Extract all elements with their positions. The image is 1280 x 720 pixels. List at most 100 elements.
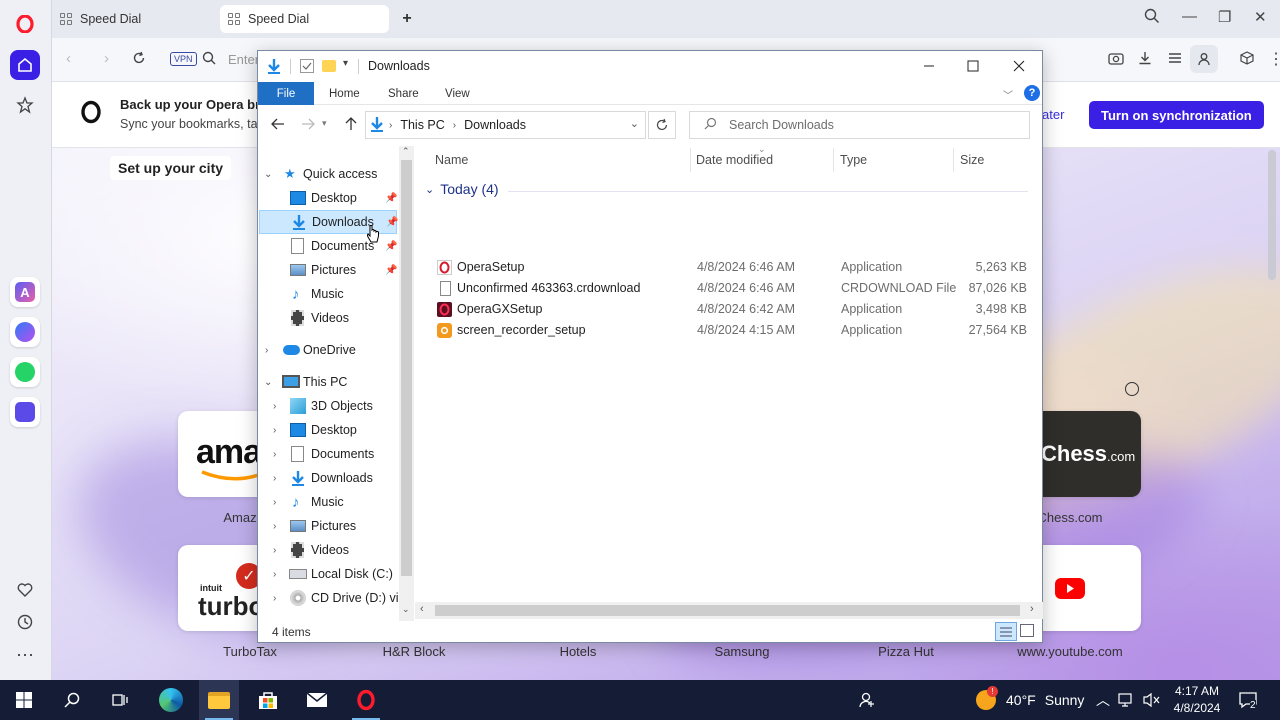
nav-desktop[interactable]: Desktop 📌	[258, 186, 413, 210]
smiley-icon[interactable]	[1125, 382, 1139, 396]
chevron-right-icon[interactable]: ›	[273, 449, 276, 460]
up-arrow-icon[interactable]	[343, 116, 359, 135]
nav-pc-downloads[interactable]: › Downloads	[258, 466, 413, 490]
column-divider[interactable]	[953, 148, 954, 172]
opera-taskbar-icon[interactable]	[346, 680, 386, 720]
nav-pictures[interactable]: Pictures 📌	[258, 258, 413, 282]
tab-home[interactable]: Home	[329, 82, 360, 105]
heart-icon[interactable]	[10, 575, 40, 605]
nav-local-disk[interactable]: › Local Disk (C:)	[258, 562, 413, 586]
extensions-cube-icon[interactable]	[1240, 51, 1254, 68]
path-dropdown-icon[interactable]: ⌄	[630, 117, 639, 130]
aria-icon[interactable]: A	[10, 277, 40, 307]
column-header-date-modified[interactable]: Date modified	[696, 146, 773, 174]
vpn-badge[interactable]: VPN	[170, 52, 197, 66]
nav-pc-documents[interactable]: › Documents	[258, 442, 413, 466]
weather-widget[interactable]: ! 40°F Sunny	[976, 680, 1084, 720]
file-row[interactable]: screen_recorder_setup 4/8/2024 4:15 AM A…	[415, 320, 1043, 341]
scroll-right-icon[interactable]: ›	[1030, 603, 1034, 615]
chevron-down-icon[interactable]: ⌄	[425, 183, 434, 196]
maximize-icon[interactable]	[964, 57, 982, 75]
home-icon[interactable]	[10, 50, 40, 80]
search-icon[interactable]	[52, 680, 92, 720]
column-header-size[interactable]: Size	[960, 146, 984, 174]
chevron-down-icon[interactable]: ⌄	[264, 169, 272, 180]
reload-icon[interactable]	[132, 51, 146, 68]
chevron-right-icon[interactable]: ›	[273, 401, 276, 412]
nav-videos[interactable]: Videos	[258, 306, 413, 330]
show-hidden-icons-chevron-icon[interactable]: ︿	[1096, 680, 1110, 720]
opera-logo-icon[interactable]	[10, 9, 40, 39]
file-row[interactable]: OperaGXSetup 4/8/2024 6:42 AM Applicatio…	[415, 299, 1043, 320]
profile-icon[interactable]	[1190, 45, 1218, 73]
back-icon[interactable]: ‹	[66, 50, 71, 67]
nav-pane-scrollbar[interactable]: ⌃ ⌄	[399, 146, 414, 621]
scroll-thumb[interactable]	[401, 160, 412, 576]
browser-scrollbar[interactable]	[1268, 150, 1276, 280]
quick-access-toolbar-dropdown-icon[interactable]: ▾	[343, 58, 348, 69]
column-header-type[interactable]: Type	[840, 146, 867, 174]
large-icons-view-icon[interactable]	[1020, 624, 1034, 637]
column-divider[interactable]	[690, 148, 691, 172]
nav-pc-music[interactable]: › ♪ Music	[258, 490, 413, 514]
nav-pc-videos[interactable]: › Videos	[258, 538, 413, 562]
scroll-left-icon[interactable]: ‹	[420, 603, 424, 615]
column-divider[interactable]	[833, 148, 834, 172]
later-link[interactable]: ater	[1042, 107, 1064, 122]
file-row[interactable]: OperaSetup 4/8/2024 6:46 AM Application …	[415, 257, 1043, 278]
menu-dots-icon[interactable]: ⋮	[1268, 49, 1280, 69]
bookmarks-star-icon[interactable]	[10, 90, 40, 120]
help-icon[interactable]: ?	[1024, 85, 1040, 101]
easy-setup-icon[interactable]	[1168, 51, 1182, 68]
new-folder-icon[interactable]	[322, 60, 336, 72]
edge-browser-icon[interactable]	[151, 680, 191, 720]
close-icon[interactable]	[1010, 57, 1028, 75]
windows-start-icon[interactable]	[4, 680, 44, 720]
nav-this-pc[interactable]: ⌄ This PC	[258, 370, 413, 394]
chevron-right-icon[interactable]: ›	[265, 345, 268, 356]
address-path[interactable]: › This PC › Downloads ⌄	[365, 111, 646, 139]
tab-share[interactable]: Share	[388, 82, 419, 105]
nav-onedrive[interactable]: › OneDrive	[258, 338, 413, 362]
forward-icon[interactable]: ›	[104, 50, 109, 67]
details-view-icon[interactable]	[995, 622, 1017, 641]
tab-view[interactable]: View	[445, 82, 470, 105]
file-explorer-taskbar-icon[interactable]	[199, 680, 239, 720]
scroll-up-icon[interactable]: ⌃	[402, 146, 410, 157]
minimize-icon[interactable]	[920, 57, 938, 75]
minimize-icon[interactable]: —	[1182, 8, 1197, 25]
notifications-icon[interactable]: 2	[1238, 680, 1258, 720]
microsoft-store-icon[interactable]	[248, 680, 288, 720]
group-header-today[interactable]: ⌄ Today (4)	[425, 181, 1028, 197]
tab-speed-dial-2[interactable]: Speed Dial	[220, 5, 389, 33]
clock[interactable]: 4:17 AM 4/8/2024	[1167, 680, 1227, 720]
refresh-button[interactable]	[648, 111, 676, 139]
chevron-right-icon[interactable]: ›	[273, 545, 276, 556]
nav-pc-desktop[interactable]: › Desktop	[258, 418, 413, 442]
maximize-icon[interactable]: ❐	[1218, 8, 1231, 26]
file-list-horizontal-scrollbar[interactable]: ‹ ›	[415, 602, 1043, 619]
scroll-thumb[interactable]	[435, 605, 1020, 616]
chevron-right-icon[interactable]: ›	[273, 497, 276, 508]
nav-3d-objects[interactable]: › 3D Objects	[258, 394, 413, 418]
camera-icon[interactable]	[1108, 51, 1124, 68]
breadcrumb-downloads[interactable]: Downloads	[464, 118, 526, 132]
people-icon[interactable]	[858, 680, 876, 720]
turn-on-sync-button[interactable]: Turn on synchronization	[1089, 101, 1264, 129]
music-player-icon[interactable]	[10, 397, 40, 427]
messenger-icon[interactable]	[10, 317, 40, 347]
nav-documents[interactable]: Documents 📌	[258, 234, 413, 258]
nav-music[interactable]: ♪ Music	[258, 282, 413, 306]
chevron-right-icon[interactable]: ›	[273, 473, 276, 484]
nav-pc-pictures[interactable]: › Pictures	[258, 514, 413, 538]
breadcrumb-this-pc[interactable]: This PC	[400, 118, 444, 132]
network-icon[interactable]	[1118, 680, 1136, 720]
close-icon[interactable]: ✕	[1254, 8, 1267, 26]
recent-locations-icon[interactable]: ▾	[322, 118, 327, 129]
chevron-down-icon[interactable]: ⌄	[264, 377, 272, 388]
nav-quick-access[interactable]: ⌄ ★ Quick access	[258, 162, 413, 186]
chevron-right-icon[interactable]: ›	[273, 593, 276, 604]
properties-icon[interactable]	[300, 59, 314, 73]
file-row[interactable]: Unconfirmed 463363.crdownload 4/8/2024 6…	[415, 278, 1043, 299]
chevron-right-icon[interactable]: ›	[273, 425, 276, 436]
